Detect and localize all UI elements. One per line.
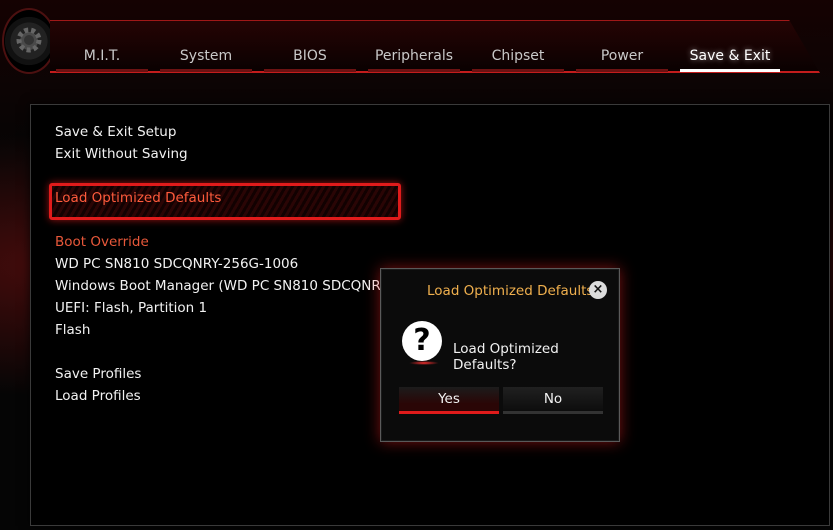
tab-peripherals[interactable]: Peripherals [368,44,460,72]
top-bar: M.I.T. System BIOS Peripherals Chipset P… [0,0,833,78]
tab-save-exit[interactable]: Save & Exit [680,44,780,72]
tab-list: M.I.T. System BIOS Peripherals Chipset P… [56,44,792,72]
dialog-title: Load Optimized Defaults [427,283,594,299]
close-icon[interactable]: × [589,281,607,299]
menu-item-save-exit-setup[interactable]: Save & Exit Setup [55,122,176,142]
confirm-dialog: Load Optimized Defaults × ? Load Optimiz… [380,268,620,442]
menu-item-save-profiles[interactable]: Save Profiles [55,364,141,384]
boot-item-nvme[interactable]: WD PC SN810 SDCQNRY-256G-1006 [55,254,298,274]
tab-bios[interactable]: BIOS [264,44,356,72]
question-icon: ? [402,321,442,361]
tab-mit[interactable]: M.I.T. [56,44,148,72]
dialog-message: Load Optimized Defaults? [453,341,559,373]
gear-logo-icon [2,8,56,74]
boot-item-flash[interactable]: Flash [55,320,90,340]
tab-chipset[interactable]: Chipset [472,44,564,72]
boot-override-header: Boot Override [55,234,149,250]
tab-system[interactable]: System [160,44,252,72]
question-icon-glow [409,361,439,365]
menu-item-load-profiles[interactable]: Load Profiles [55,386,141,406]
menu-item-exit-without-saving[interactable]: Exit Without Saving [55,144,188,164]
tab-power[interactable]: Power [576,44,668,72]
menu-item-load-optimized-defaults[interactable]: Load Optimized Defaults [55,188,221,208]
no-button[interactable]: No [503,387,603,414]
boot-item-uefi-flash[interactable]: UEFI: Flash, Partition 1 [55,298,207,318]
yes-button[interactable]: Yes [399,387,499,414]
